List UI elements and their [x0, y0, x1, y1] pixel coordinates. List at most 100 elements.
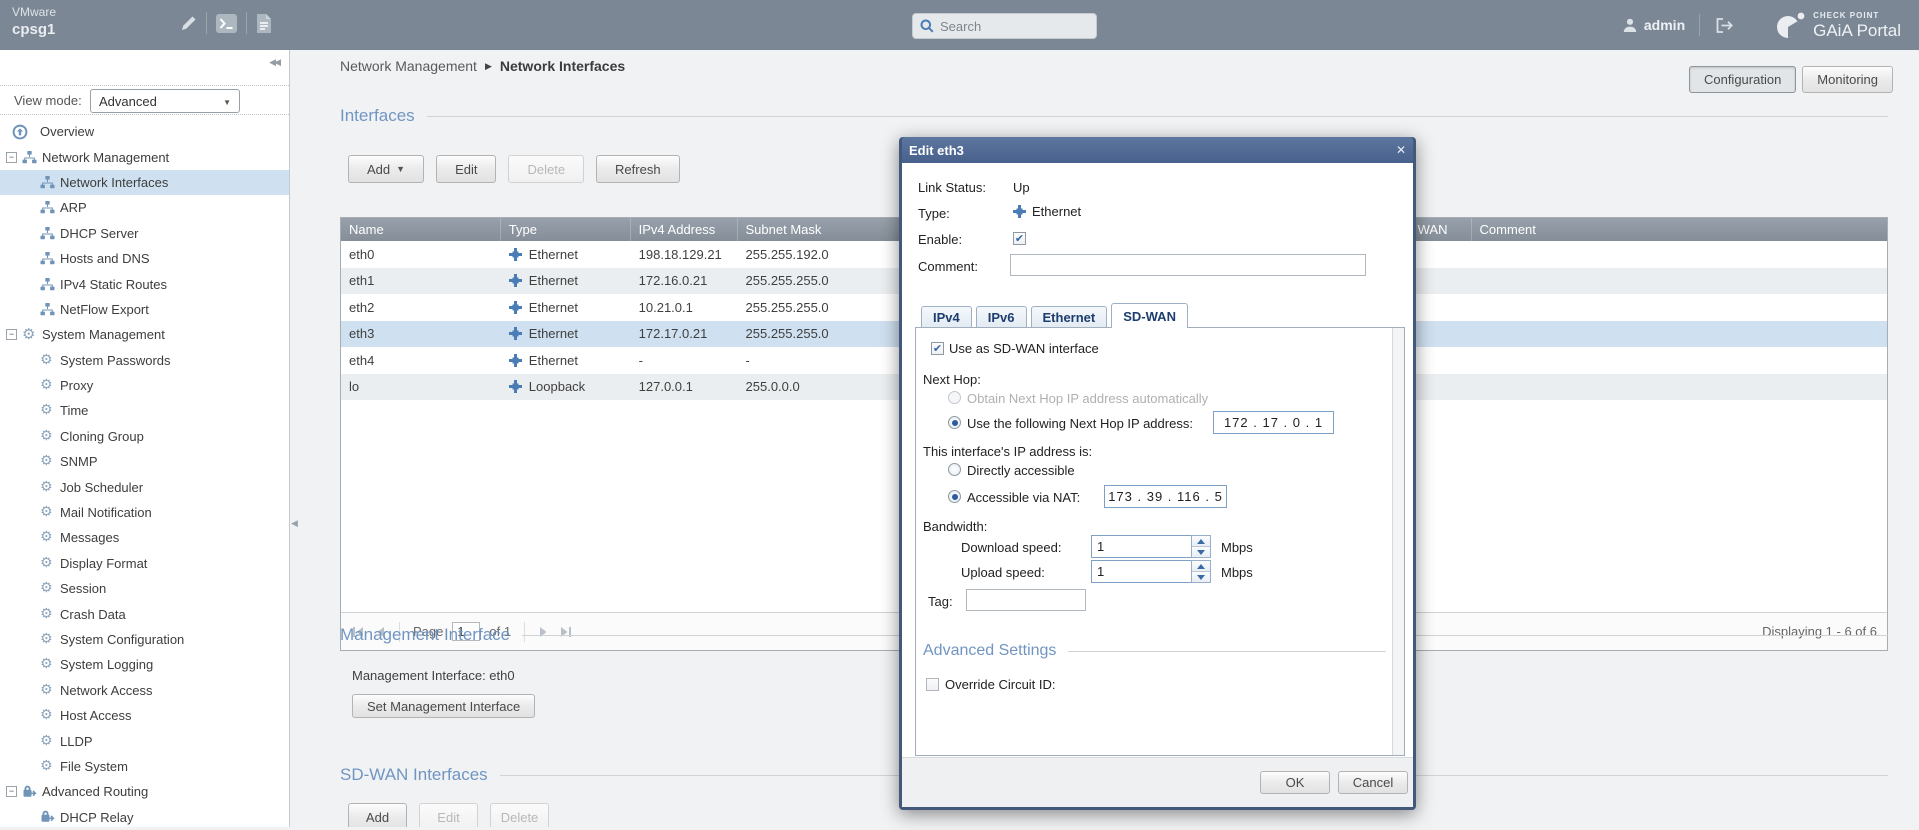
use-sdwan-checkbox[interactable]: ✔ [931, 342, 944, 355]
sidebar-item-overview[interactable]: Overview [0, 119, 289, 144]
management-interface-title: Management Interface [340, 625, 510, 645]
spin-up-icon[interactable] [1197, 564, 1205, 569]
sidebar-item-snmp[interactable]: ⚙SNMP [0, 449, 289, 474]
gear-icon: ⚙ [40, 581, 53, 596]
configuration-button[interactable]: Configuration [1689, 66, 1796, 93]
tab-ethernet[interactable]: Ethernet [1031, 306, 1108, 328]
tree-collapse-icon[interactable]: − [6, 152, 17, 163]
enable-checkbox[interactable]: ✔ [1013, 232, 1026, 245]
search-input[interactable] [940, 19, 1080, 34]
nat-ip-input[interactable]: 173 . 39 . 116 . 5 [1104, 485, 1227, 508]
download-speed-input[interactable] [1091, 535, 1191, 558]
document-icon[interactable] [256, 14, 272, 33]
cell-type: Loopback [501, 374, 631, 401]
panel-scrollbar[interactable] [1392, 328, 1404, 755]
sidebar-item-system-management[interactable]: −⚙System Management [0, 322, 289, 347]
column-header-ipv4-address[interactable]: IPv4 Address [631, 218, 738, 241]
column-header-type[interactable]: Type [501, 218, 631, 241]
sidebar-item-label: Crash Data [60, 607, 126, 622]
sidebar-item-mail-notification[interactable]: ⚙Mail Notification [0, 500, 289, 525]
sidebar-collapse-button[interactable]: ◀◀ [269, 57, 279, 68]
cell-wan [1410, 347, 1472, 374]
sidebar-item-dhcp-relay[interactable]: DHCP Relay [0, 805, 289, 830]
cancel-button[interactable]: Cancel [1338, 771, 1408, 794]
sidebar-item-network-management[interactable]: −Network Management [0, 144, 289, 169]
sidebar-item-lldp[interactable]: ⚙LLDP [0, 728, 289, 753]
directly-accessible-radio[interactable] [948, 463, 961, 476]
breadcrumb: Network Management ▶ Network Interfaces [340, 58, 625, 74]
sidebar-item-dhcp-server[interactable]: DHCP Server [0, 221, 289, 246]
pencil-icon[interactable] [180, 15, 197, 32]
logout-icon[interactable] [1714, 17, 1735, 34]
use-following-radio[interactable] [948, 416, 961, 429]
sidebar-item-ipv4-static-routes[interactable]: IPv4 Static Routes [0, 271, 289, 296]
sidebar-item-system-logging[interactable]: ⚙System Logging [0, 652, 289, 677]
tag-input[interactable] [966, 589, 1086, 611]
sidebar-item-system-configuration[interactable]: ⚙System Configuration [0, 627, 289, 652]
sidebar-splitter-handle[interactable]: ◀ [291, 518, 298, 529]
sidebar-item-messages[interactable]: ⚙Messages [0, 525, 289, 550]
sidebar-item-network-interfaces[interactable]: Network Interfaces [0, 170, 289, 195]
sidebar-item-hosts-and-dns[interactable]: Hosts and DNS [0, 246, 289, 271]
user-menu[interactable]: admin [1622, 17, 1685, 33]
sidebar-item-job-scheduler[interactable]: ⚙Job Scheduler [0, 474, 289, 499]
tab-sd-wan[interactable]: SD-WAN [1111, 303, 1188, 328]
tab-ipv4[interactable]: IPv4 [921, 306, 972, 328]
sidebar-item-advanced-routing[interactable]: − Advanced Routing [0, 779, 289, 804]
upload-speed-input[interactable] [1091, 560, 1191, 583]
sidebar-tree: Overview −Network ManagementNetwork Inter… [0, 119, 289, 830]
sidebar-item-session[interactable]: ⚙Session [0, 576, 289, 601]
comment-input[interactable] [1010, 254, 1366, 276]
sidebar-item-cloning-group[interactable]: ⚙Cloning Group [0, 424, 289, 449]
column-header-wan[interactable]: WAN [1410, 218, 1472, 241]
sidebar-item-display-format[interactable]: ⚙Display Format [0, 551, 289, 576]
spin-down-icon[interactable] [1197, 575, 1205, 580]
routing-icon [40, 810, 55, 824]
sidebar-item-host-access[interactable]: ⚙Host Access [0, 703, 289, 728]
tab-ipv6[interactable]: IPv6 [976, 306, 1027, 328]
sidebar-item-netflow-export[interactable]: NetFlow Export [0, 297, 289, 322]
gear-icon: ⚙ [40, 480, 53, 495]
spinner-arrows[interactable] [1191, 560, 1211, 583]
spinner-arrows[interactable] [1191, 535, 1211, 558]
toolbar-separator [1699, 14, 1700, 36]
breadcrumb-parent[interactable]: Network Management [340, 58, 477, 74]
view-mode-select[interactable]: Advanced ▼ [90, 89, 240, 113]
dialog-title-bar[interactable]: Edit eth3 ✕ [902, 137, 1413, 163]
add-button[interactable]: Add▼ [348, 155, 424, 183]
cell-comment [1472, 241, 1887, 268]
cell-name: eth1 [341, 268, 501, 295]
set-management-interface-button[interactable]: Set Management Interface [352, 694, 535, 718]
spin-down-icon[interactable] [1197, 550, 1205, 555]
column-header-comment[interactable]: Comment [1472, 218, 1887, 241]
cell-wan [1410, 294, 1472, 321]
column-header-name[interactable]: Name [341, 218, 501, 241]
sidebar-item-network-access[interactable]: ⚙Network Access [0, 678, 289, 703]
sidebar-item-label: Overview [40, 124, 94, 139]
sidebar-item-system-passwords[interactable]: ⚙System Passwords [0, 348, 289, 373]
next-hop-ip-input[interactable]: 172 . 17 . 0 . 1 [1213, 411, 1334, 434]
accessible-via-nat-radio[interactable] [948, 490, 961, 503]
tree-collapse-icon[interactable]: − [6, 329, 17, 340]
ok-button[interactable]: OK [1260, 771, 1330, 794]
refresh-button[interactable]: Refresh [596, 155, 680, 183]
network-icon [40, 227, 55, 240]
gear-icon: ⚙ [40, 454, 53, 469]
sidebar-item-label: Advanced Routing [42, 784, 148, 799]
add-button[interactable]: Add [348, 803, 407, 827]
button-label: Edit [455, 162, 477, 177]
monitoring-button[interactable]: Monitoring [1802, 66, 1893, 93]
sidebar-item-time[interactable]: ⚙Time [0, 398, 289, 423]
sidebar-item-file-system[interactable]: ⚙File System [0, 754, 289, 779]
close-icon[interactable]: ✕ [1396, 144, 1406, 156]
sidebar-item-arp[interactable]: ARP [0, 195, 289, 220]
sidebar-item-crash-data[interactable]: ⚙Crash Data [0, 601, 289, 626]
edit-button[interactable]: Edit [436, 155, 496, 183]
override-circuit-id-checkbox[interactable]: ✔ [926, 678, 939, 691]
chevron-down-icon: ▼ [223, 98, 231, 107]
spin-up-icon[interactable] [1197, 539, 1205, 544]
terminal-icon[interactable] [216, 14, 237, 33]
sidebar-item-proxy[interactable]: ⚙Proxy [0, 373, 289, 398]
gear-icon: ⚙ [40, 759, 53, 774]
tree-collapse-icon[interactable]: − [6, 786, 17, 797]
